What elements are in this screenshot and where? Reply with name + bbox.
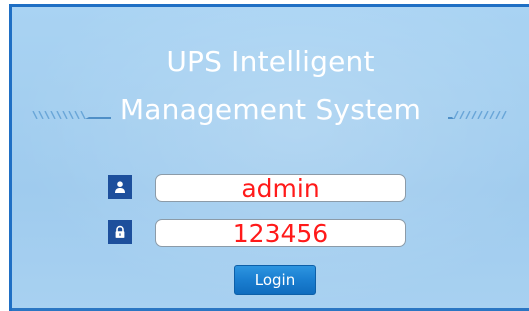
login-panel: UPS Intelligent Management System admin … — [9, 4, 529, 311]
user-icon — [108, 175, 132, 199]
lock-icon — [108, 220, 132, 244]
login-button[interactable]: Login — [234, 265, 316, 295]
right-stripes-decoration — [448, 111, 528, 119]
username-field[interactable] — [155, 174, 406, 202]
title-line-1: UPS Intelligent — [166, 45, 375, 78]
password-field[interactable] — [155, 219, 406, 247]
title-line-2: Management System — [119, 93, 422, 126]
